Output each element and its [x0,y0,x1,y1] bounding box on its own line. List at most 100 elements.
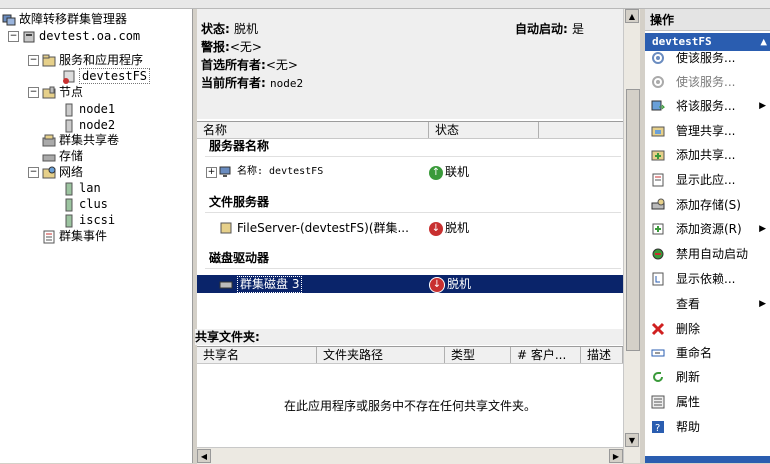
column-share-name[interactable]: 共享名 [197,347,317,363]
current-owner-label: 当前所有者: [201,76,266,90]
tree-node1[interactable]: node1 [62,101,115,117]
network-adapter-icon [62,198,76,212]
collapse-services-toggle[interactable]: − [28,55,39,66]
file-server-icon [219,221,233,235]
action-item[interactable]: 禁用自动启动 [645,244,770,264]
action-item[interactable]: 显示依赖... [645,269,770,289]
current-owner-value: node2 [270,77,304,90]
tree-root[interactable]: 故障转移群集管理器 [2,11,127,27]
tree-net-clus[interactable]: clus [62,196,108,212]
tree-cluster[interactable]: devtest.oa.com [22,28,140,44]
add-resource-icon [651,222,665,236]
action-item[interactable]: 使该服务... [645,72,770,92]
action-item[interactable]: 删除 [645,319,770,339]
scroll-down-icon[interactable]: ▼ [625,433,639,447]
action-label: 属性 [676,395,701,409]
svg-text:?: ? [655,423,660,434]
action-label: 管理共享... [676,124,736,138]
tree-events-label: 群集事件 [59,229,108,243]
tree-root-label: 故障转移群集管理器 [19,12,128,26]
network-name-icon [219,165,233,179]
tree-services[interactable]: 服务和应用程序 [42,52,143,68]
action-label: 使该服务... [676,51,736,65]
column-clients[interactable]: # 客户... [511,347,581,363]
resource-row-disk[interactable]: 群集磁盘 3 ↓ 脱机 [197,275,623,293]
alert-field: 警报:<无> [201,38,262,56]
action-item[interactable]: 将该服务... ▶ [645,96,770,116]
view-icon [651,297,665,311]
action-item[interactable]: 显示此应... [645,170,770,190]
group-server-name: 服务器名称 [209,139,270,153]
vertical-scrollbar[interactable]: ▲ ▼ [623,9,640,463]
tree-node1-label: node1 [79,102,116,116]
column-folder-path[interactable]: 文件夹路径 [317,347,445,363]
actions-subheader-label: devtestFS [652,35,712,48]
tree-shared-volumes-label: 群集共享卷 [59,133,120,147]
group-file-server: 文件服务器 [209,195,270,209]
tree-nodes[interactable]: 节点 [42,84,83,100]
group-disk-drives: 磁盘驱动器 [209,251,270,265]
resource-row-file-server[interactable]: FileServer-(devtestFS)(群集... ↓ 脱机 [197,219,623,237]
collapse-cluster-toggle[interactable]: − [8,31,19,42]
tree-net-lan[interactable]: lan [62,180,101,196]
tree-node2-label: node2 [79,118,116,132]
resource-row-server[interactable]: + 名称: devtestFS ↑ 联机 [197,163,623,181]
offline-arrow-icon: ↓ [429,221,443,236]
action-item[interactable]: 重命名 [645,343,770,363]
expand-server-toggle[interactable]: + [206,167,217,178]
server-icon [62,103,76,117]
action-item[interactable]: 使该服务... [645,48,770,68]
action-item[interactable]: 管理共享... [645,121,770,141]
tree-events[interactable]: 群集事件 [42,228,107,244]
tree-storage[interactable]: 存储 [42,148,83,164]
column-type[interactable]: 类型 [445,347,511,363]
cluster-manager-icon [2,13,16,27]
server-row-label: 名称: devtestFS [237,166,324,177]
tree-nodes-label: 节点 [59,85,84,99]
network-icon [42,166,56,180]
tree-network-label: 网络 [59,165,84,179]
action-item[interactable]: 添加共享... [645,145,770,165]
horizontal-scrollbar[interactable]: ◀ ▶ [197,447,623,464]
scroll-left-icon[interactable]: ◀ [197,449,211,463]
scroll-thumb[interactable] [626,89,640,351]
autostart-label: 自动启动: [515,22,568,36]
column-name[interactable]: 名称 [197,122,429,138]
network-adapter-icon [62,182,76,196]
preferred-owner-field: 首选所有者:<无> [201,56,298,74]
action-label: 帮助 [676,420,701,434]
action-label: 显示依赖... [676,272,736,286]
alert-label: 警报: [201,40,230,54]
action-item[interactable]: 属性 [645,392,770,412]
tree-service-devtestfs[interactable]: devtestFS [62,68,151,84]
collapse-nodes-toggle[interactable]: − [28,87,39,98]
server-status-text: 联机 [445,165,470,179]
disable-autostart-icon [651,247,665,261]
column-description[interactable]: 描述 [581,347,623,363]
disk-row-label: 群集磁盘 3 [237,276,303,293]
shares-empty-message: 在此应用程序或服务中不存在任何共享文件夹。 [283,399,536,413]
collapse-network-toggle[interactable]: − [28,167,39,178]
action-label: 添加存储(S) [676,198,741,212]
action-label: 使该服务... [676,75,736,89]
action-item[interactable]: ? 帮助 [645,417,770,437]
autostart-value: 是 [572,22,585,36]
scroll-up-icon[interactable]: ▲ [625,9,639,23]
file-row-label: FileServer-(devtestFS)(群集... [237,221,409,235]
action-item[interactable]: 查看 ▶ [645,294,770,314]
tree-net-iscsi[interactable]: iscsi [62,212,115,228]
action-item[interactable]: 刷新 [645,367,770,387]
tree-shared-volumes[interactable]: 群集共享卷 [42,132,119,148]
scroll-right-icon[interactable]: ▶ [609,449,623,463]
tree-node2[interactable]: node2 [62,117,115,133]
action-item[interactable]: 添加资源(R) ▶ [645,219,770,239]
action-item[interactable]: 添加存储(S) [645,195,770,215]
network-adapter-icon [62,214,76,228]
tree-network[interactable]: 网络 [42,164,83,180]
bring-online-icon [651,51,665,65]
column-status[interactable]: 状态 [429,122,539,138]
move-service-icon [651,99,666,113]
group-divider [205,156,621,157]
add-storage-icon [651,198,665,212]
tree-services-label: 服务和应用程序 [59,53,144,67]
